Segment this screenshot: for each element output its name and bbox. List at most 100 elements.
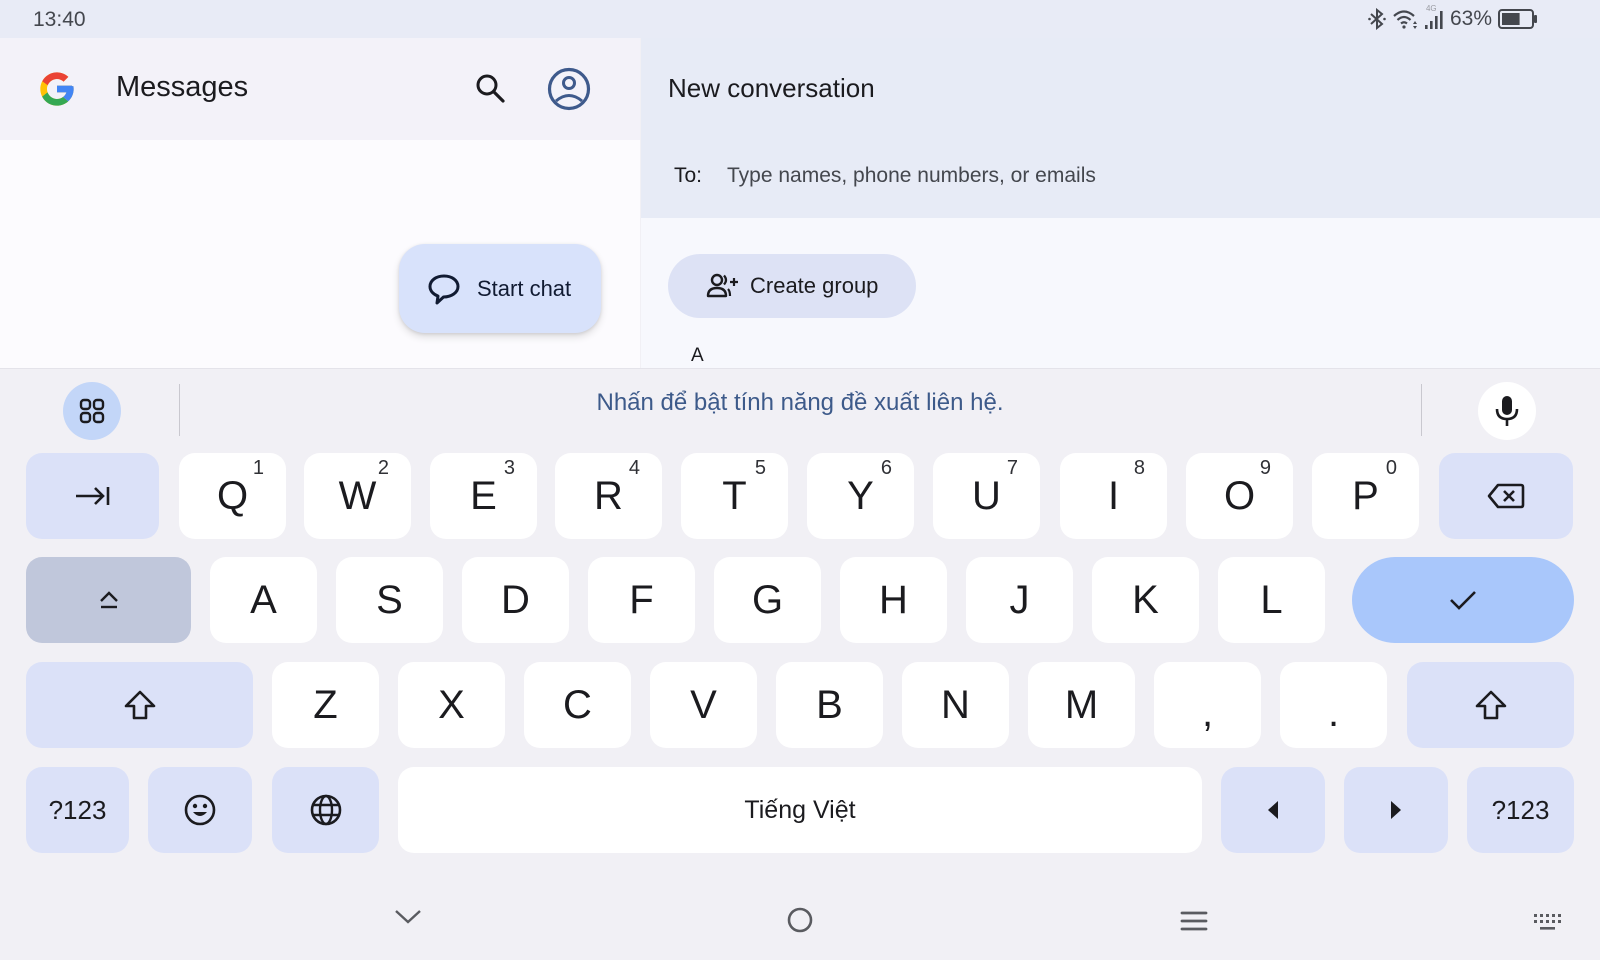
page-title: New conversation [668, 73, 875, 103]
key-emoji[interactable] [148, 767, 252, 853]
hide-keyboard-chevron-icon[interactable] [393, 907, 423, 927]
start-chat-label: Start chat [477, 275, 572, 301]
key-label: M [1064, 683, 1099, 727]
key-label: X [438, 683, 465, 727]
tab-icon [74, 485, 112, 507]
key-d[interactable]: D [462, 557, 569, 643]
key-label: T [722, 474, 747, 518]
google-g-logo-icon [40, 72, 74, 106]
key-hint: 9 [1259, 457, 1271, 479]
key-e[interactable]: E3 [430, 453, 537, 539]
key-hint: 3 [503, 457, 515, 479]
key-label: W [338, 474, 377, 518]
contact-section-header: A [691, 345, 704, 366]
key-o[interactable]: O9 [1186, 453, 1293, 539]
key-g[interactable]: G [714, 557, 821, 643]
recipient-input[interactable] [727, 156, 1567, 196]
key-symbols-right[interactable]: ?123 [1467, 767, 1574, 853]
key-q[interactable]: Q1 [179, 453, 286, 539]
apps-grid-icon [79, 398, 105, 424]
key-v[interactable]: V [650, 662, 757, 748]
account-circle-icon [547, 67, 591, 111]
key-shift-left[interactable] [26, 662, 253, 748]
key-label: A [250, 578, 277, 622]
key-label: Tiếng Việt [744, 795, 856, 824]
key-a[interactable]: A [210, 557, 317, 643]
checkmark-icon [1448, 588, 1478, 612]
key-n[interactable]: N [902, 662, 1009, 748]
key-symbols-left[interactable]: ?123 [26, 767, 129, 853]
status-icons: 4G 63% [1368, 4, 1538, 32]
key-label: O [1223, 474, 1256, 518]
account-button[interactable] [546, 66, 592, 112]
key-z[interactable]: Z [272, 662, 379, 748]
key-cursor-right[interactable] [1344, 767, 1448, 853]
key-label: H [879, 578, 908, 622]
key-k[interactable]: K [1092, 557, 1199, 643]
suggestion-divider [1421, 384, 1422, 436]
key-r[interactable]: R4 [555, 453, 662, 539]
keyboard-apps-button[interactable] [63, 382, 121, 440]
key-label: J [1009, 578, 1030, 622]
key-label: I [1107, 474, 1120, 518]
key-i[interactable]: I8 [1060, 453, 1167, 539]
microphone-icon [1495, 396, 1519, 426]
key-u[interactable]: U7 [933, 453, 1040, 539]
keyboard-suggestion-bar: Nhấn để bật tính năng đề xuất liên hệ. [0, 369, 1600, 449]
key-language[interactable] [272, 767, 379, 853]
contact-suggestion-prompt[interactable]: Nhấn để bật tính năng đề xuất liên hệ. [180, 389, 1420, 417]
key-x[interactable]: X [398, 662, 505, 748]
keyboard-switcher-icon[interactable] [1533, 913, 1561, 933]
key-period[interactable]: . [1280, 662, 1387, 748]
key-m[interactable]: M [1028, 662, 1135, 748]
conversation-list-pane: Messages Start chat [0, 38, 640, 368]
shift-icon [123, 689, 157, 721]
key-tab[interactable] [26, 453, 159, 539]
cellular-signal-icon [1424, 11, 1443, 29]
key-label: R [594, 474, 623, 518]
new-conversation-header: New conversation To: [641, 38, 1600, 218]
globe-icon [309, 793, 343, 827]
key-label: P [1352, 474, 1379, 518]
key-f[interactable]: F [588, 557, 695, 643]
key-space[interactable]: Tiếng Việt [398, 767, 1202, 853]
key-w[interactable]: W2 [304, 453, 411, 539]
key-p[interactable]: P0 [1312, 453, 1419, 539]
key-label: D [501, 578, 530, 622]
create-group-button[interactable]: Create group [668, 254, 916, 318]
emoji-icon [183, 793, 217, 827]
key-hint: 0 [1385, 457, 1397, 479]
key-enter[interactable] [1352, 557, 1574, 643]
key-label: U [972, 474, 1001, 518]
key-h[interactable]: H [840, 557, 947, 643]
voice-input-button[interactable] [1478, 382, 1536, 440]
start-chat-button[interactable]: Start chat [399, 244, 601, 333]
key-t[interactable]: T5 [681, 453, 788, 539]
key-backspace[interactable] [1439, 453, 1573, 539]
key-l[interactable]: L [1218, 557, 1325, 643]
bluetooth-icon [1368, 8, 1386, 30]
recents-icon[interactable] [1180, 910, 1208, 934]
shift-icon [1474, 689, 1508, 721]
key-comma[interactable]: , [1154, 662, 1261, 748]
key-label: . [1327, 691, 1340, 735]
key-s[interactable]: S [336, 557, 443, 643]
key-cursor-left[interactable] [1221, 767, 1325, 853]
key-label: Z [313, 683, 338, 727]
key-label: N [941, 683, 970, 727]
key-y[interactable]: Y6 [807, 453, 914, 539]
key-label: V [690, 683, 717, 727]
key-shift-right[interactable] [1407, 662, 1574, 748]
key-c[interactable]: C [524, 662, 631, 748]
key-label: , [1201, 691, 1214, 735]
create-group-label: Create group [750, 273, 879, 298]
search-button[interactable] [472, 70, 510, 108]
home-icon[interactable] [786, 906, 814, 934]
key-j[interactable]: J [966, 557, 1073, 643]
caps-lock-icon [97, 588, 121, 612]
key-label: C [563, 683, 592, 727]
key-hint: 5 [754, 457, 766, 479]
key-b[interactable]: B [776, 662, 883, 748]
key-label: ?123 [1491, 795, 1550, 825]
key-caps-lock[interactable] [26, 557, 191, 643]
